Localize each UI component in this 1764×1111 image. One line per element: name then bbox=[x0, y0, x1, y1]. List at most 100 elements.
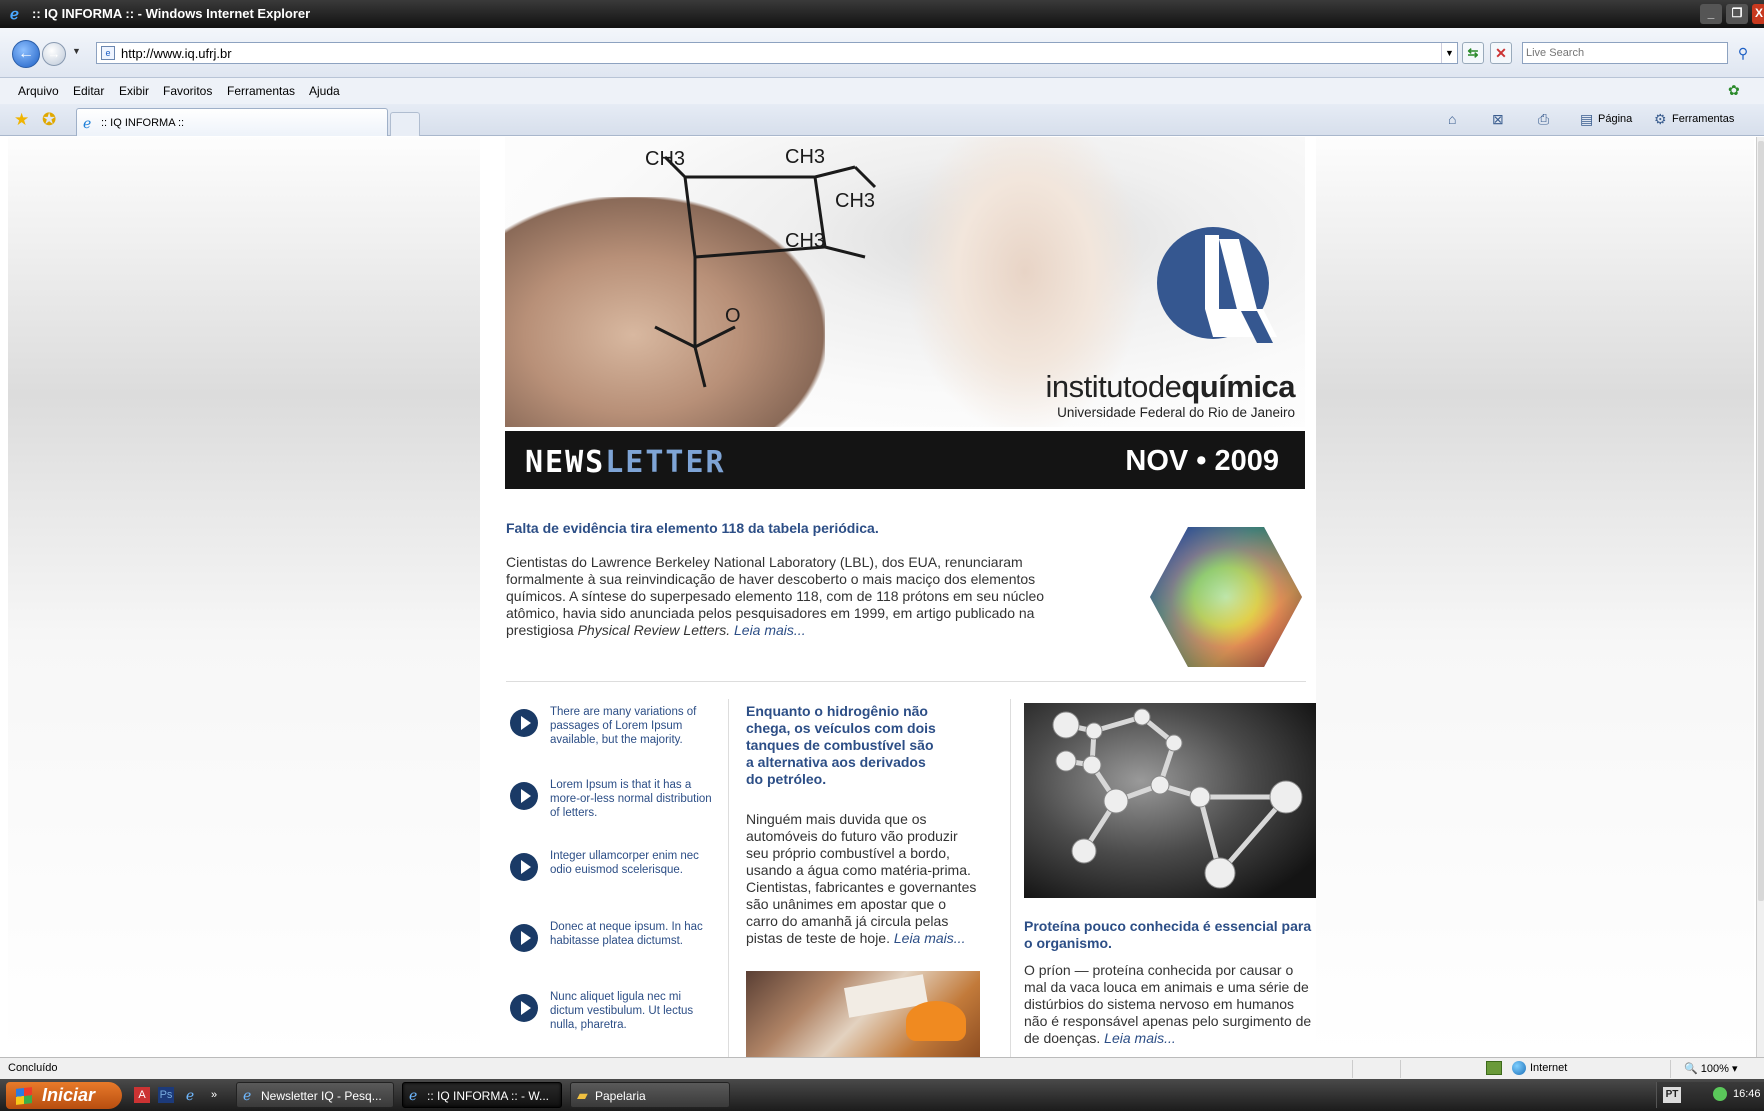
feeds-icon[interactable]: ⊠ bbox=[1492, 111, 1504, 128]
column-divider bbox=[728, 699, 729, 1057]
window-title-bar: ℯ :: IQ INFORMA :: - Windows Internet Ex… bbox=[0, 0, 1764, 28]
taskbar: Iniciar A Ps ℯ » ℯ Newsletter IQ - Pesq.… bbox=[0, 1079, 1764, 1111]
address-field[interactable]: e http://www.iq.ufrj.br bbox=[96, 42, 1458, 64]
task-label: Papelaria bbox=[595, 1089, 646, 1103]
quicklaunch-overflow-icon[interactable]: » bbox=[206, 1087, 222, 1103]
lead-article-title[interactable]: Falta de evidência tira elemento 118 da … bbox=[506, 520, 879, 536]
middle-body-text: Ninguém mais duvida que os automóveis do… bbox=[746, 811, 977, 946]
ie-icon: ℯ bbox=[83, 115, 92, 131]
add-favorites-icon[interactable]: ✪ bbox=[42, 110, 56, 130]
menu-arquivo[interactable]: Arquivo bbox=[18, 84, 59, 98]
address-dropdown[interactable]: ▼ bbox=[1441, 43, 1457, 63]
list-item-text[interactable]: Nunc aliquet ligula nec mi dictum vestib… bbox=[550, 990, 715, 1032]
clock[interactable]: 16:46 bbox=[1733, 1088, 1761, 1100]
task-newsletter[interactable]: ℯ Newsletter IQ - Pesq... bbox=[236, 1082, 394, 1108]
svg-text:CH3: CH3 bbox=[785, 147, 825, 168]
newsletter-logo: NEWSLETTER bbox=[525, 445, 726, 480]
photo-detail bbox=[906, 1001, 966, 1041]
address-toolbar: ← → ▼ e http://www.iq.ufrj.br ▼ ⇆ ✕ ⚲ bbox=[0, 28, 1764, 78]
molecule-photo bbox=[1024, 703, 1316, 898]
task-papelaria[interactable]: ▰ Papelaria bbox=[570, 1082, 730, 1108]
play-arrow-icon[interactable] bbox=[510, 853, 538, 881]
chemical-structure-drawing: CH3 CH3 CH3 CH3 O bbox=[645, 147, 877, 388]
menu-exibir[interactable]: Exibir bbox=[119, 84, 149, 98]
close-button[interactable]: X bbox=[1752, 4, 1764, 24]
language-indicator[interactable]: PT bbox=[1663, 1087, 1681, 1103]
zoom-level[interactable]: 🔍 100% ▾ bbox=[1684, 1062, 1737, 1075]
menu-ferramentas[interactable]: Ferramentas bbox=[227, 84, 295, 98]
search-field[interactable] bbox=[1522, 42, 1728, 64]
photoshop-quicklaunch-icon[interactable]: Ps bbox=[158, 1087, 174, 1103]
windows-flag-icon bbox=[16, 1087, 32, 1105]
lead-article-body: Cientistas do Lawrence Berkeley National… bbox=[506, 554, 1096, 639]
iq-logo bbox=[1157, 227, 1277, 343]
tab-bar: ★ ✪ ℯ :: IQ INFORMA :: ⌂ ⊠ ⎙ ▤ Página ⚙ … bbox=[0, 104, 1764, 136]
new-tab-button[interactable] bbox=[390, 112, 420, 136]
favorites-star-icon[interactable]: ★ bbox=[14, 110, 29, 130]
minimize-button[interactable]: _ bbox=[1700, 4, 1722, 24]
wordmark-bold: química bbox=[1181, 369, 1295, 404]
play-arrow-icon[interactable] bbox=[510, 994, 538, 1022]
status-bar: Concluído Internet 🔍 100% ▾ bbox=[0, 1057, 1764, 1079]
scrollbar-thumb[interactable] bbox=[1758, 141, 1764, 901]
university-name: Universidade Federal do Rio de Janeiro bbox=[1057, 405, 1295, 420]
list-item-text[interactable]: Integer ullamcorper enim nec odio euismo… bbox=[550, 849, 715, 877]
play-arrow-icon[interactable] bbox=[510, 924, 538, 952]
start-button[interactable]: Iniciar bbox=[6, 1082, 122, 1109]
list-item-text[interactable]: There are many variations of passages of… bbox=[550, 705, 715, 747]
print-icon[interactable]: ⎙ bbox=[1538, 111, 1549, 128]
status-separator bbox=[1400, 1060, 1401, 1078]
middle-article-title[interactable]: Enquanto o hidrogênio não chega, os veíc… bbox=[746, 703, 936, 788]
acrobat-quicklaunch-icon[interactable]: A bbox=[134, 1087, 150, 1103]
lead-read-more-link[interactable]: Leia mais... bbox=[734, 622, 806, 638]
svg-text:O: O bbox=[725, 305, 741, 327]
lead-journal: Physical Review Letters. bbox=[577, 622, 731, 638]
tools-menu[interactable]: Ferramentas bbox=[1672, 113, 1734, 125]
menu-ajuda[interactable]: Ajuda bbox=[309, 84, 340, 98]
right-read-more-link[interactable]: Leia mais... bbox=[1104, 1030, 1176, 1046]
forward-arrow-icon[interactable]: → bbox=[42, 42, 66, 66]
play-arrow-icon[interactable] bbox=[510, 782, 538, 810]
toolbar-addon-icon[interactable]: ✿ bbox=[1728, 82, 1740, 99]
zoom-value[interactable]: 100% bbox=[1701, 1063, 1729, 1075]
security-zone-icon[interactable] bbox=[1486, 1061, 1502, 1075]
page-menu-icon: ▤ bbox=[1580, 111, 1594, 127]
menu-editar[interactable]: Editar bbox=[73, 84, 104, 98]
security-zone-label[interactable]: Internet bbox=[1530, 1062, 1567, 1074]
vertical-scrollbar[interactable] bbox=[1756, 137, 1764, 1057]
search-input[interactable] bbox=[1526, 44, 1726, 62]
tab-iq-informa[interactable]: ℯ :: IQ INFORMA :: bbox=[76, 108, 388, 136]
list-item-text[interactable]: Lorem Ipsum is that it has a more-or-les… bbox=[550, 778, 715, 820]
svg-text:CH3: CH3 bbox=[785, 230, 825, 252]
page-menu[interactable]: Página bbox=[1598, 113, 1632, 125]
newsletter-bar: NEWSLETTER NOV • 2009 bbox=[505, 427, 1305, 489]
stop-icon[interactable]: ✕ bbox=[1490, 42, 1512, 64]
task-iq-informa[interactable]: ℯ :: IQ INFORMA :: - W... bbox=[402, 1082, 562, 1108]
search-icon[interactable]: ⚲ bbox=[1734, 43, 1752, 63]
menu-favoritos[interactable]: Favoritos bbox=[163, 84, 212, 98]
tray-status-icon[interactable] bbox=[1713, 1087, 1727, 1101]
tab-label: :: IQ INFORMA :: bbox=[101, 117, 185, 129]
task-label: :: IQ INFORMA :: - W... bbox=[427, 1089, 550, 1103]
home-icon[interactable]: ⌂ bbox=[1448, 111, 1456, 127]
column-divider bbox=[1010, 699, 1011, 1057]
status-separator bbox=[1670, 1060, 1671, 1078]
refresh-icon[interactable]: ⇆ bbox=[1462, 42, 1484, 64]
back-arrow-icon[interactable]: ← bbox=[12, 40, 40, 68]
middle-read-more-link[interactable]: Leia mais... bbox=[894, 930, 966, 946]
tools-gear-icon: ⚙ bbox=[1654, 111, 1667, 127]
right-article-title[interactable]: Proteína pouco conhecida é essencial par… bbox=[1024, 918, 1316, 952]
history-dropdown[interactable]: ▼ bbox=[72, 46, 81, 56]
letter-word: LETTER bbox=[605, 445, 726, 480]
task-label: Newsletter IQ - Pesq... bbox=[261, 1089, 382, 1103]
wordmark-light: institutode bbox=[1045, 369, 1182, 404]
element-color-hexagon bbox=[1150, 527, 1302, 667]
globe-icon bbox=[1512, 1061, 1526, 1075]
header-banner: CH3 CH3 CH3 CH3 O institutodequímica Uni… bbox=[505, 137, 1305, 427]
play-arrow-icon[interactable] bbox=[510, 709, 538, 737]
list-item-text[interactable]: Donec at neque ipsum. In hac habitasse p… bbox=[550, 920, 715, 948]
ie-quicklaunch-icon[interactable]: ℯ bbox=[182, 1087, 198, 1103]
url-text[interactable]: http://www.iq.ufrj.br bbox=[121, 46, 232, 61]
window-title: :: IQ INFORMA :: - Windows Internet Expl… bbox=[32, 6, 311, 21]
restore-button[interactable]: ❐ bbox=[1726, 4, 1748, 24]
